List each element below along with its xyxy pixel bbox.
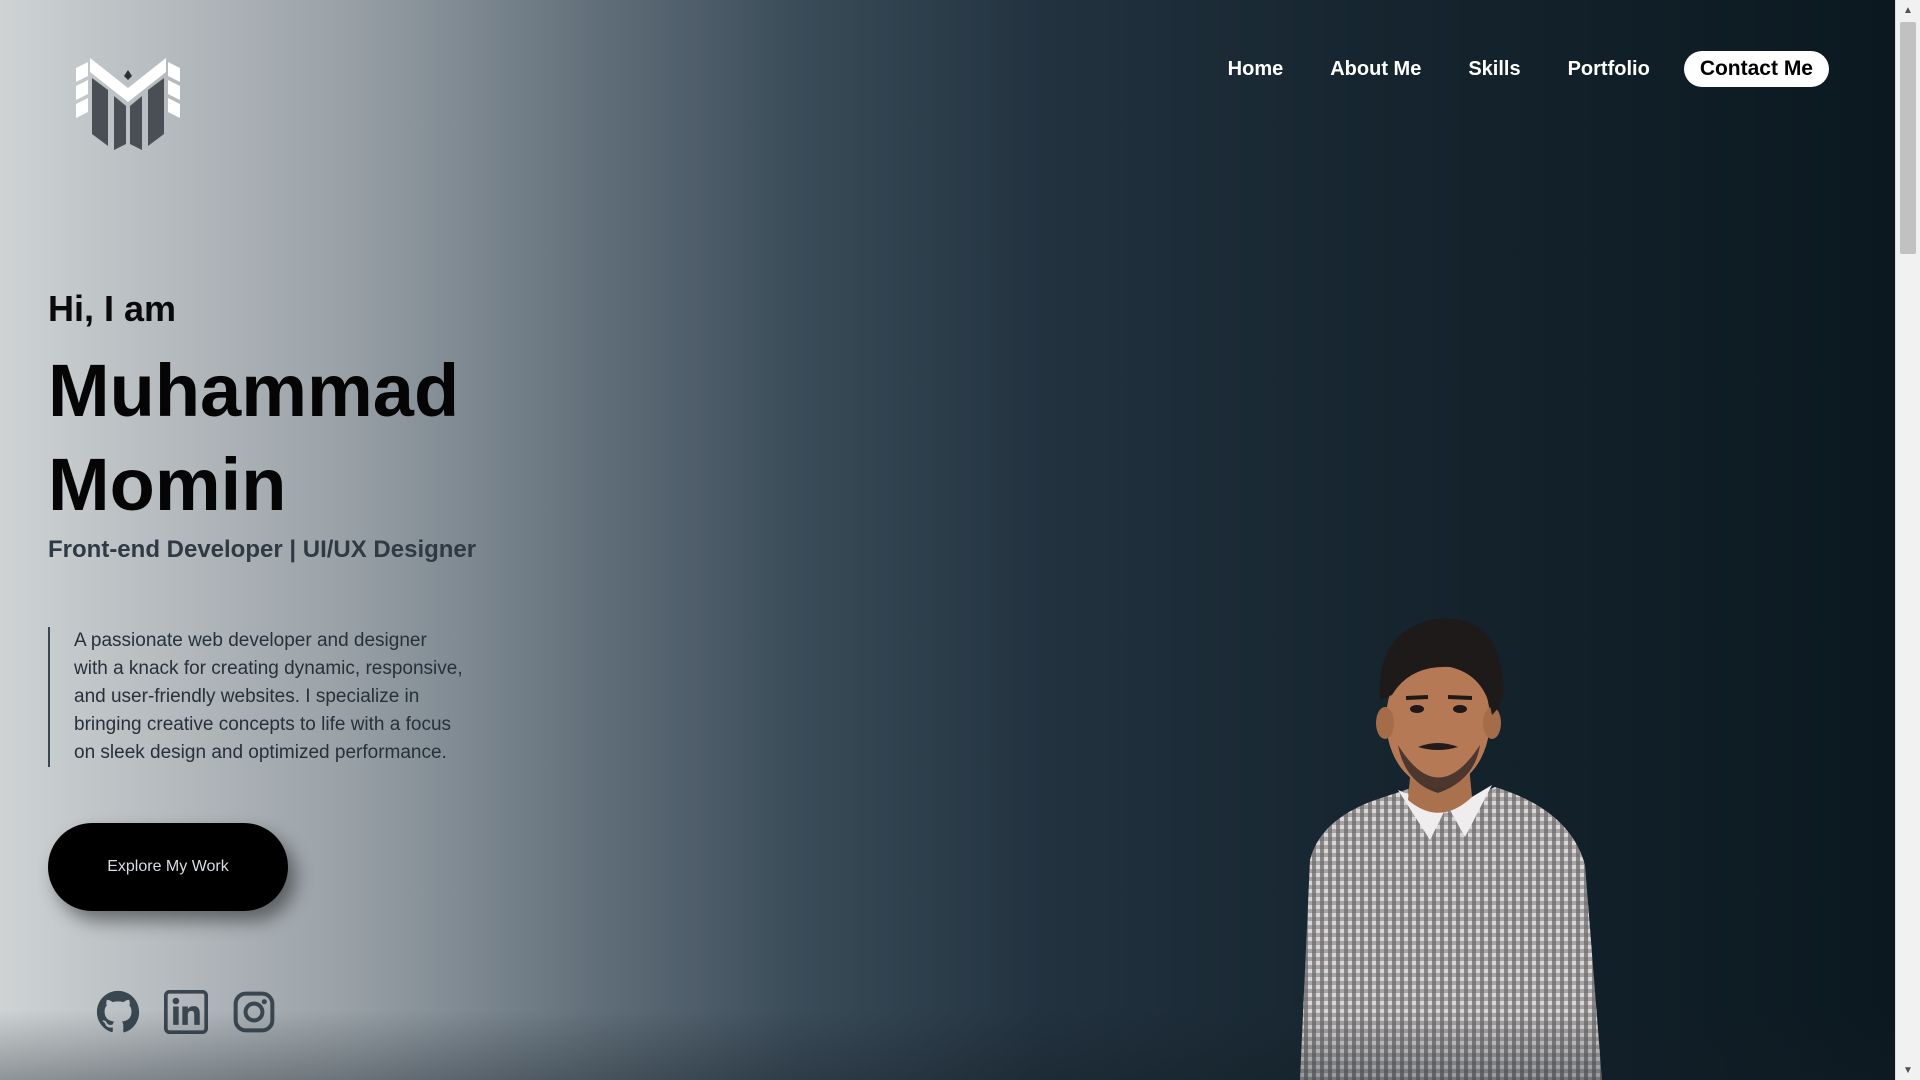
explore-my-work-button[interactable]: Explore My Work — [48, 823, 288, 911]
scroll-down-arrow-icon[interactable]: ▼ — [1896, 1060, 1920, 1080]
instagram-icon — [233, 991, 275, 1033]
instagram-link[interactable] — [232, 990, 276, 1034]
bio-line: bringing creative concepts to life with … — [74, 714, 452, 735]
nav-about-me[interactable]: About Me — [1330, 58, 1421, 81]
scroll-up-arrow-icon[interactable]: ▲ — [1896, 0, 1920, 20]
bio-line: A passionate web developer and designer — [74, 630, 427, 651]
logo-icon — [76, 58, 180, 150]
hero-greeting: Hi, I am — [48, 288, 177, 329]
linkedin-icon — [164, 990, 208, 1034]
nav-skills[interactable]: Skills — [1468, 58, 1520, 81]
person-portrait — [1300, 618, 1602, 1080]
contact-me-button[interactable]: Contact Me — [1683, 51, 1829, 87]
github-link[interactable] — [96, 990, 140, 1034]
nav-portfolio[interactable]: Portfolio — [1568, 58, 1650, 81]
hero-page: Home About Me Skills Portfolio Contact M… — [0, 0, 1895, 1080]
bio-line: on sleek design and optimized performanc… — [74, 742, 447, 763]
nav-home[interactable]: Home — [1228, 58, 1284, 81]
hero-name-line2: Momin — [48, 443, 287, 526]
hero-name-line1: Muhammad — [48, 349, 460, 432]
social-links — [96, 990, 300, 1034]
scroll-thumb[interactable] — [1900, 22, 1916, 254]
hero-bio: A passionate web developer and designer … — [48, 627, 514, 767]
site-logo[interactable] — [76, 58, 180, 150]
hero-role: Front-end Developer | UI/UX Designer — [48, 536, 477, 563]
vertical-scrollbar[interactable]: ▲ ▼ — [1895, 0, 1920, 1080]
hero-bio-text: A passionate web developer and designer … — [74, 627, 514, 767]
profile-photo — [1280, 605, 1610, 1080]
bio-line: with a knack for creating dynamic, respo… — [74, 658, 463, 679]
github-icon — [96, 990, 140, 1033]
linkedin-link[interactable] — [164, 990, 208, 1034]
main-nav: Home About Me Skills Portfolio Contact M… — [1228, 50, 1829, 88]
hero-name: Muhammad Momin — [48, 344, 459, 532]
bio-line: and user-friendly websites. I specialize… — [74, 686, 420, 707]
